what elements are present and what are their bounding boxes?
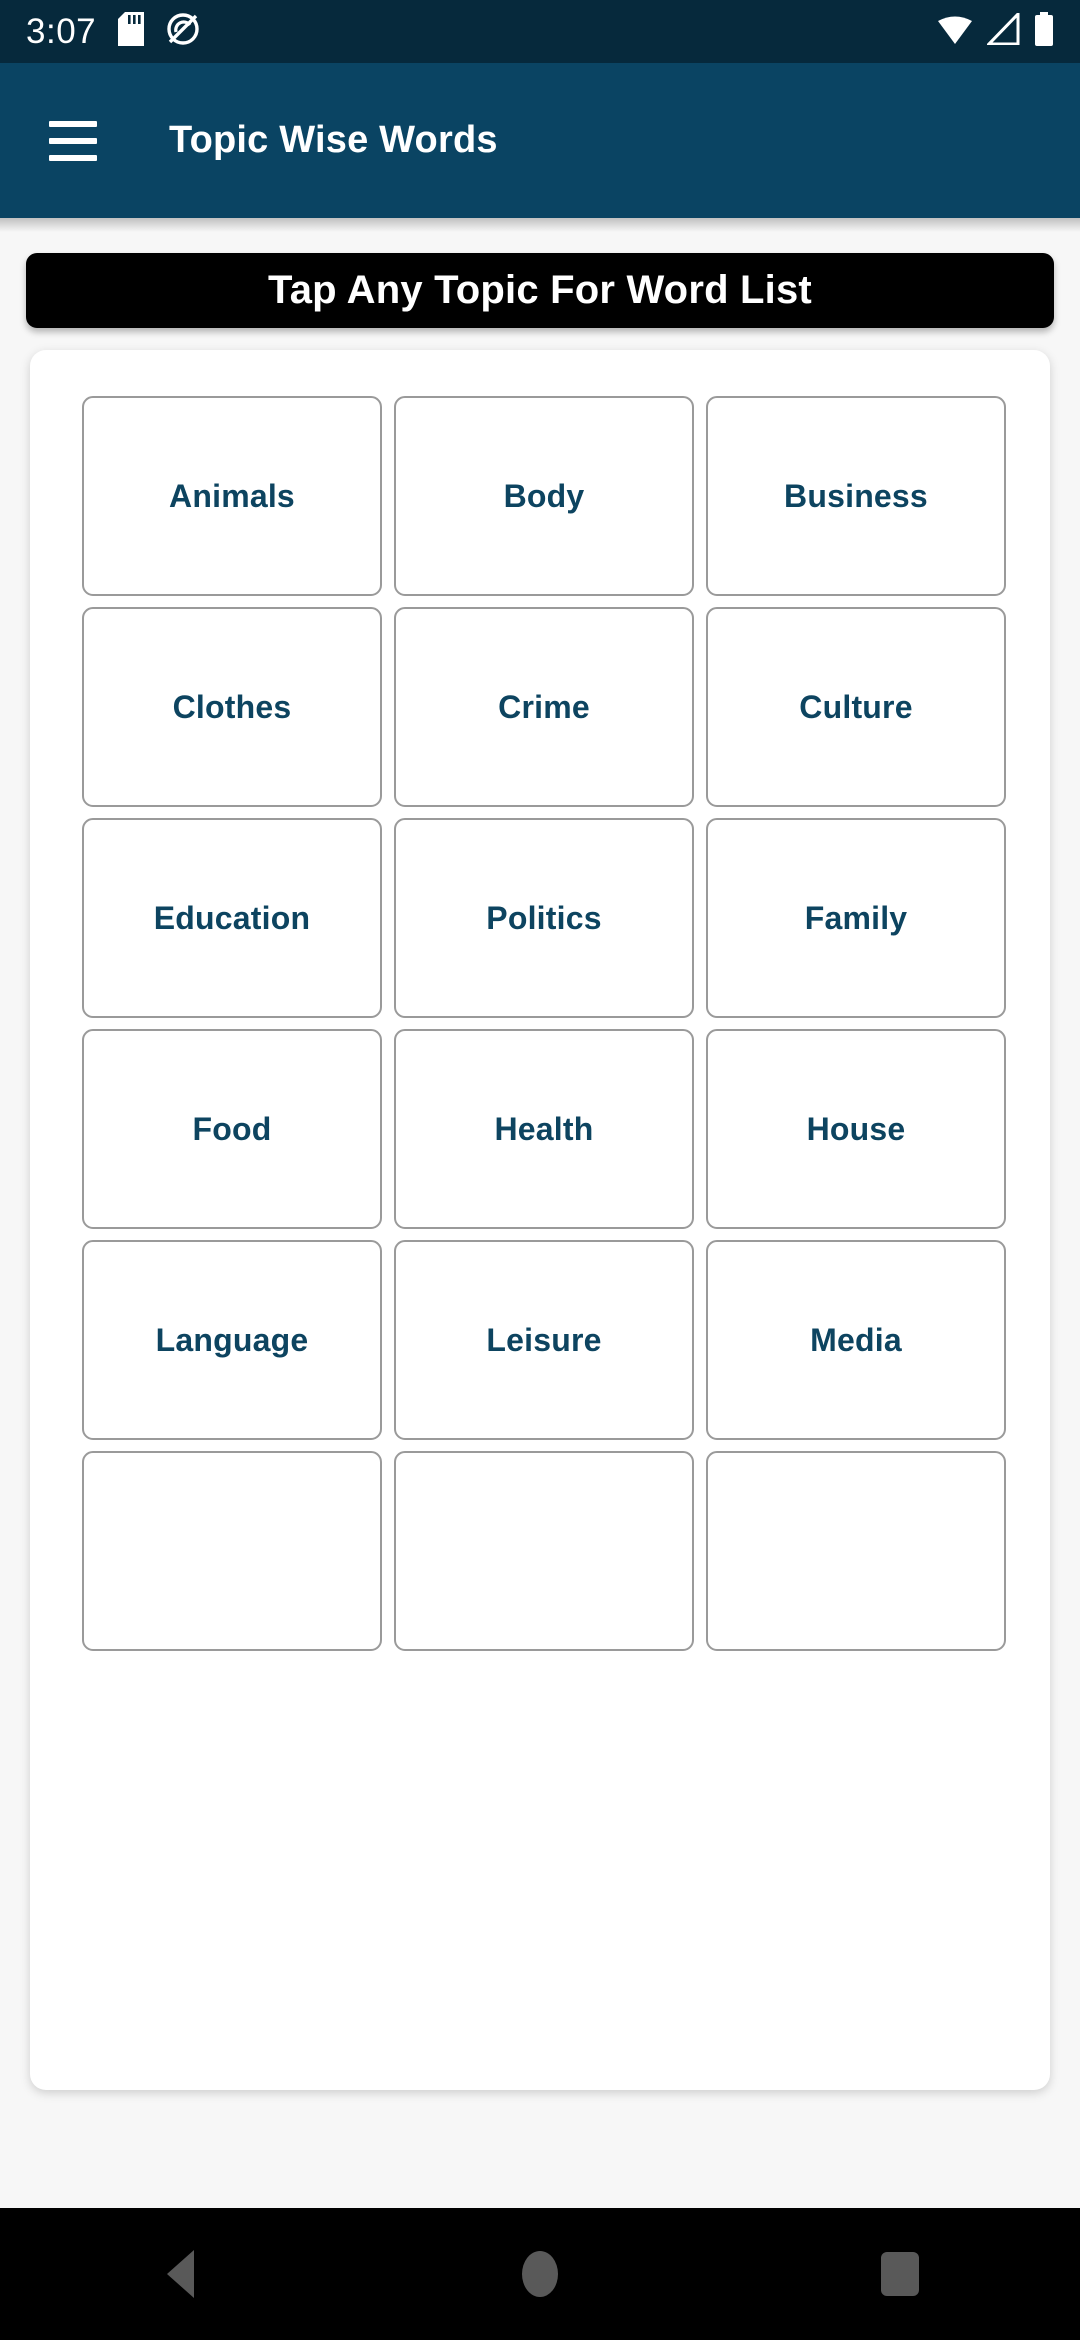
home-button[interactable] (465, 2208, 615, 2340)
page-title: Topic Wise Words (169, 119, 498, 161)
no-sync-icon (166, 12, 200, 51)
topic-tile-label: Clothes (172, 688, 292, 725)
topic-tile-leisure[interactable]: Leisure (394, 1240, 694, 1440)
app-bar: Topic Wise Words (0, 63, 1080, 232)
topic-tile-crime[interactable]: Crime (394, 607, 694, 807)
recents-button[interactable] (825, 2208, 975, 2340)
topic-tile-business[interactable]: Business (706, 396, 1006, 596)
sd-card-icon (118, 12, 145, 51)
menu-line (49, 137, 97, 144)
topic-tile-politics[interactable]: Politics (394, 818, 694, 1018)
menu-line (49, 120, 97, 127)
content-area: Tap Any Topic For Word List Animals Body… (0, 218, 1080, 2208)
triangle-back-icon (166, 2250, 194, 2298)
topic-tile-partial[interactable] (706, 1451, 1006, 1651)
android-navigation-bar (0, 2208, 1080, 2340)
instruction-banner-text: Tap Any Topic For Word List (268, 268, 812, 312)
topic-tile-culture[interactable]: Culture (706, 607, 1006, 807)
topic-tile-clothes[interactable]: Clothes (82, 607, 382, 807)
circle-home-icon (522, 2251, 558, 2297)
status-bar-clock: 3:07 (26, 12, 97, 51)
hamburger-menu-icon[interactable] (25, 93, 121, 189)
topic-tile-label: Health (494, 1110, 594, 1147)
topic-tile-label: Language (155, 1321, 309, 1358)
topic-tile-education[interactable]: Education (82, 818, 382, 1018)
topic-list-card: Animals Body Business Clothes Crime Cult… (30, 350, 1050, 2090)
topic-tile-body[interactable]: Body (394, 396, 694, 596)
topic-tile-food[interactable]: Food (82, 1029, 382, 1229)
instruction-banner: Tap Any Topic For Word List (26, 253, 1054, 328)
status-bar-right-group (936, 10, 1054, 51)
status-bar-left-group: 3:07 (26, 12, 200, 51)
topic-tile-label: Education (153, 899, 311, 936)
status-bar: 3:07 (0, 0, 1080, 63)
topic-tile-label: Leisure (486, 1321, 602, 1358)
menu-line (49, 154, 97, 161)
battery-icon (1034, 12, 1054, 51)
cellular-signal-icon (985, 10, 1021, 50)
topic-tile-animals[interactable]: Animals (82, 396, 382, 596)
topic-tile-language[interactable]: Language (82, 1240, 382, 1440)
topic-tile-label: Food (192, 1110, 272, 1147)
topic-tile-family[interactable]: Family (706, 818, 1006, 1018)
topic-tile-label: Crime (498, 688, 590, 725)
topic-tile-partial[interactable] (394, 1451, 694, 1651)
topic-tile-label: Family (804, 899, 908, 936)
topic-tile-label: Business (784, 477, 928, 514)
topic-tile-label: Politics (486, 899, 602, 936)
topic-grid: Animals Body Business Clothes Crime Cult… (82, 396, 1006, 1651)
topic-tile-label: Animals (169, 477, 295, 514)
topic-tile-media[interactable]: Media (706, 1240, 1006, 1440)
back-button[interactable] (105, 2208, 255, 2340)
topic-tile-label: Culture (799, 688, 913, 725)
square-recents-icon (881, 2252, 919, 2296)
topic-tile-health[interactable]: Health (394, 1029, 694, 1229)
topic-tile-label: Media (810, 1321, 902, 1358)
topic-tile-partial[interactable] (82, 1451, 382, 1651)
wifi-icon (936, 13, 974, 50)
topic-tile-label: Body (503, 477, 585, 514)
topic-tile-house[interactable]: House (706, 1029, 1006, 1229)
topic-tile-label: House (806, 1110, 906, 1147)
